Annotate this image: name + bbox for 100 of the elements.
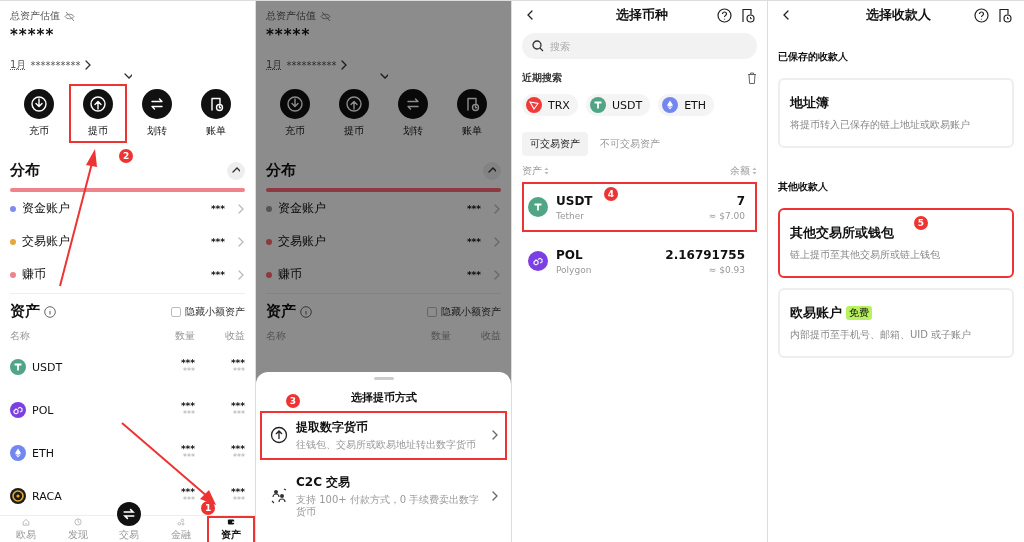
account-value: ***: [210, 236, 225, 247]
action-button[interactable]: 提币: [325, 84, 384, 143]
masked-value: ***: [183, 453, 195, 462]
download-icon: [280, 89, 311, 119]
section-title: 分布: [10, 161, 40, 180]
coin-symbol[interactable]: POL: [32, 403, 54, 417]
coin-symbol[interactable]: RACA: [32, 489, 62, 503]
recent-chip[interactable]: USDT: [585, 94, 651, 116]
sort-icon: [752, 167, 757, 175]
masked-value: ***: [183, 496, 195, 505]
step-badge: 5: [914, 216, 928, 230]
chevron-right-icon: [237, 236, 245, 247]
transfer-icon: [397, 89, 428, 119]
period-value: **********: [30, 59, 81, 71]
upload-icon: [270, 426, 288, 445]
trash-icon[interactable]: [747, 72, 757, 84]
total-assets-value: *****: [266, 26, 312, 44]
back-icon: [782, 10, 790, 20]
coin-balance: 7: [736, 193, 745, 208]
drag-handle[interactable]: [373, 377, 394, 380]
account-name[interactable]: 资金账户: [22, 200, 205, 217]
bill-icon: [456, 89, 487, 119]
action-button[interactable]: 划转: [127, 84, 186, 143]
action-button[interactable]: 账单: [442, 84, 501, 143]
chevron-right-icon: [493, 203, 501, 214]
section-title: 近期搜索: [522, 71, 562, 85]
history-icon[interactable]: [740, 7, 755, 23]
people-icon: [270, 487, 288, 505]
collapse-button[interactable]: [227, 161, 245, 180]
nav-tab[interactable]: 资产: [207, 516, 255, 542]
action-button[interactable]: 划转: [383, 84, 442, 143]
masked-value: ***: [183, 410, 195, 419]
coin-icon: [662, 97, 679, 113]
recipient-card[interactable]: 地址簿 将提币转入已保存的链上地址或欧易账户: [778, 78, 1014, 148]
action-button[interactable]: 充币: [266, 84, 325, 143]
masked-value: ***: [180, 444, 195, 454]
card-title: 其他交易所或钱包: [790, 224, 894, 242]
step-badge: 3: [286, 394, 300, 408]
masked-value: ***: [180, 401, 195, 411]
help-icon[interactable]: [717, 7, 732, 23]
collapse-button[interactable]: [483, 161, 501, 180]
step-badge: 2: [119, 149, 134, 163]
recipient-card[interactable]: 欧易账户 免费 内部提币至手机号、邮箱、UID 或子账户: [778, 288, 1014, 358]
section-title: 已保存的收款人: [778, 50, 849, 64]
masked-value: ***: [233, 367, 245, 376]
period-label[interactable]: 1月: [10, 58, 27, 72]
option-title: C2C 交易: [296, 473, 352, 491]
coin-fiat-value: ≈ $0.93: [708, 264, 745, 275]
upload-icon: [83, 89, 114, 119]
coin-symbol[interactable]: ETH: [32, 446, 54, 460]
masked-value: ***: [233, 410, 245, 419]
eye-off-icon: [320, 10, 331, 22]
masked-value: ***: [180, 487, 195, 497]
checkbox[interactable]: [427, 306, 437, 317]
history-icon[interactable]: [997, 7, 1012, 23]
checkbox-label[interactable]: 隐藏小额资产: [441, 304, 501, 319]
recent-chip[interactable]: TRX: [522, 94, 578, 116]
column-header: 名称: [10, 329, 31, 343]
chevron-right-icon: [493, 269, 501, 280]
column-header: 数量: [174, 329, 195, 343]
option-item[interactable]: C2C 交易 支持 100+ 付款方式，0 手续费卖出数字货币: [260, 465, 507, 527]
info-icon: [44, 305, 56, 318]
account-name[interactable]: 交易账户: [278, 233, 461, 250]
checkbox-label[interactable]: 隐藏小额资产: [185, 304, 245, 319]
period-value: **********: [286, 59, 337, 71]
account-name[interactable]: 赚币: [278, 266, 461, 283]
option-item[interactable]: 提取数字货币 往钱包、交易所或欧易地址转出数字货币: [260, 411, 507, 460]
checkbox[interactable]: [171, 306, 181, 317]
period-label[interactable]: 1月: [266, 58, 283, 72]
account-value: ***: [210, 269, 225, 280]
section-title: 其他收款人: [778, 180, 829, 194]
account-name[interactable]: 交易账户: [22, 233, 205, 250]
coin-row[interactable]: POL Polygon 2.16791755 ≈ $0.93: [522, 236, 757, 286]
chevron-right-icon: [493, 236, 501, 247]
coin-name: Tether: [556, 210, 585, 221]
masked-value: ***: [230, 358, 245, 368]
coin-icon: [528, 251, 548, 271]
account-name[interactable]: 资金账户: [278, 200, 461, 217]
search-field[interactable]: 搜索: [522, 33, 757, 59]
chevron-right-icon: [237, 269, 245, 280]
action-button[interactable]: 提币: [69, 84, 128, 143]
total-assets-value: *****: [10, 26, 56, 44]
action-button[interactable]: 充币: [10, 84, 69, 143]
coin-name: Polygon: [556, 264, 592, 275]
help-icon[interactable]: [974, 7, 989, 23]
coin-balance: 2.16791755: [665, 247, 745, 262]
page-title: 选择收款人: [865, 6, 931, 24]
chevron-right-icon: [340, 60, 349, 70]
recent-chip[interactable]: ETH: [658, 94, 715, 116]
masked-value: ***: [230, 444, 245, 454]
card-description: 内部提币至手机号、邮箱、UID 或子账户: [790, 328, 972, 342]
card-description: 链上提币至其他交易所或链上钱包: [790, 248, 940, 262]
option-description: 支持 100+ 付款方式，0 手续费卖出数字货币: [296, 493, 481, 519]
account-name[interactable]: 赚币: [22, 266, 205, 283]
action-button[interactable]: 账单: [186, 84, 245, 143]
page-title: 选择币种: [615, 6, 668, 24]
masked-value: ***: [230, 401, 245, 411]
tab[interactable]: 可交易资产: [522, 132, 588, 156]
free-badge: 免费: [846, 306, 872, 320]
coin-symbol[interactable]: USDT: [32, 360, 63, 374]
